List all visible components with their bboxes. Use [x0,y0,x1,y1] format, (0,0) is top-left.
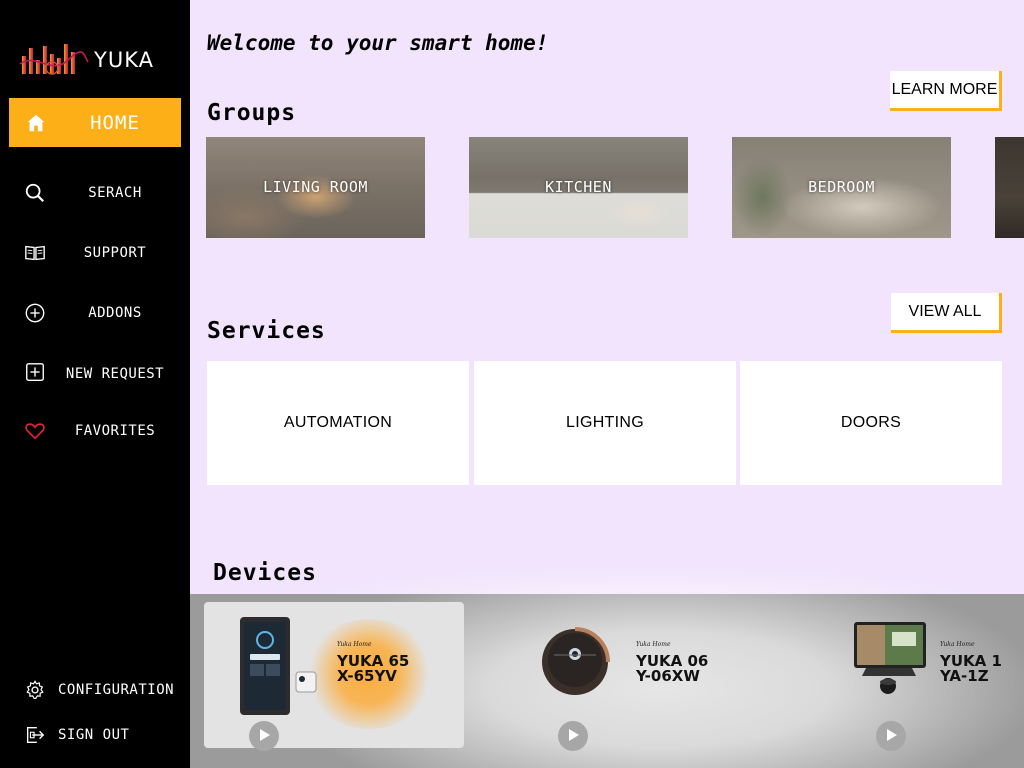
groups-carousel[interactable]: LIVING ROOM KITCHEN BEDROOM [206,137,1024,238]
play-icon [257,727,271,746]
nav-support[interactable]: SUPPORT [0,233,190,273]
logo-equalizer-icon [19,44,89,75]
group-card-label: LIVING ROOM [263,178,368,196]
nav-home[interactable]: HOME [9,98,181,147]
nav-addons-label: ADDONS [88,305,142,321]
logo[interactable]: YUKA [18,42,154,78]
home-icon [25,112,47,134]
nav-new-request[interactable]: NEW REQUEST [0,354,190,394]
group-card-living-room[interactable]: LIVING ROOM [206,137,425,238]
device-card-yuka-06[interactable]: Yuka Home YUKA 06 Y-06XW [520,594,760,768]
nav-addons[interactable]: ADDONS [0,293,190,333]
groups-title: Groups [207,100,297,126]
device-brand: Yuka Home [940,641,975,648]
service-card-label: DOORS [840,414,902,431]
gear-icon [24,679,46,701]
group-card-kitchen[interactable]: KITCHEN [469,137,688,238]
services-title: Services [207,318,326,344]
service-card-doors[interactable]: DOORS [740,361,1002,485]
view-all-button[interactable]: VIEW ALL [891,293,1002,333]
wall-panel-device-image [240,617,317,715]
sidebar: YUKA HOME SERACH SUPPORT ADDONS NEW REQU… [0,0,190,768]
group-card-bedroom[interactable]: BEDROOM [732,137,951,238]
nav-sign-out[interactable]: SIGN OUT [0,715,190,755]
display-hub-device-image [854,622,926,694]
device-name-line2: YA-1Z [940,667,989,685]
nav-support-label: SUPPORT [83,245,147,261]
learn-more-button[interactable]: LEARN MORE [890,71,1002,111]
service-card-automation[interactable]: AUTOMATION [207,361,469,485]
group-card-partial[interactable] [995,137,1024,238]
welcome-heading: Welcome to your smart home! [207,31,549,55]
room-image [995,137,1024,238]
play-icon [566,727,580,746]
play-icon [884,727,898,746]
service-card-lighting[interactable]: LIGHTING [474,361,736,485]
service-card-label: LIGHTING [566,414,644,431]
play-button[interactable] [249,721,279,751]
nav-configuration-label: CONFIGURATION [58,682,175,698]
devices-title: Devices [213,560,317,586]
nav-favorites[interactable]: FAVORITES [0,411,190,451]
nav-search[interactable]: SERACH [0,173,190,213]
nav-search-label: SERACH [88,185,142,201]
device-name-line2: X-65YV [337,667,397,685]
play-button[interactable] [558,721,588,751]
service-card-label: AUTOMATION [283,414,393,431]
nav-favorites-label: FAVORITES [74,423,156,439]
device-brand: Yuka Home [337,641,372,648]
device-card-yuka-65[interactable]: Yuka Home YUKA 65 X-65YV [204,594,464,768]
nav-configuration[interactable]: CONFIGURATION [0,670,190,710]
play-button[interactable] [876,721,906,751]
device-name-line2: Y-06XW [636,667,700,685]
nav-home-label: HOME [90,111,140,134]
nav-sign-out-label: SIGN OUT [58,727,130,743]
nav-new-request-label: NEW REQUEST [65,366,165,382]
device-brand: Yuka Home [636,641,671,648]
devices-carousel[interactable]: Yuka Home YUKA 65 X-65YV Yuka Home YUKA … [190,594,1024,768]
logo-text: YUKA [94,48,154,72]
sign-out-icon [24,724,46,746]
device-card-yuka-1[interactable]: Yuka Home YUKA 1 YA-1Z [840,594,1024,768]
group-card-label: BEDROOM [808,178,875,196]
round-hub-device-image [542,627,610,695]
group-card-label: KITCHEN [545,178,612,196]
